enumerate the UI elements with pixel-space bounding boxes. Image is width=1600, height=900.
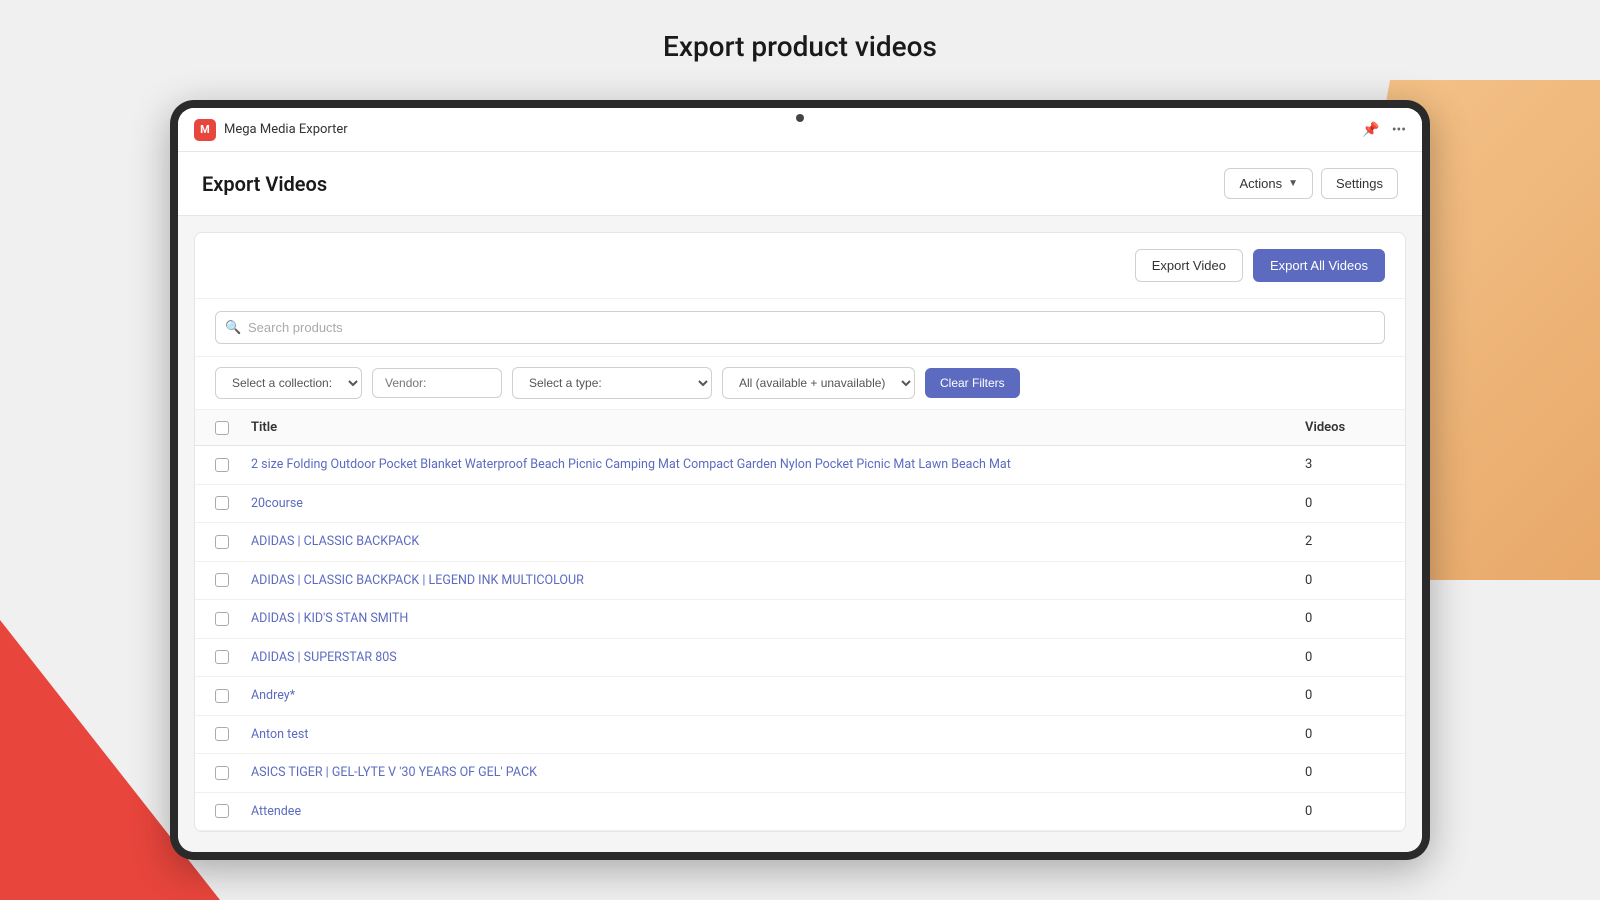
pin-icon[interactable]: 📌 xyxy=(1362,122,1379,138)
product-table: Title Videos 2 size Folding Outdoor Pock… xyxy=(195,410,1405,831)
row-videos: 0 xyxy=(1305,804,1385,819)
row-checkbox-6[interactable] xyxy=(215,689,229,703)
table-row: ASICS TIGER | GEL-LYTE V '30 YEARS OF GE… xyxy=(195,754,1405,793)
row-title[interactable]: ADIDAS | CLASSIC BACKPACK xyxy=(251,533,1305,551)
row-videos: 3 xyxy=(1305,457,1385,472)
table-row: 2 size Folding Outdoor Pocket Blanket Wa… xyxy=(195,446,1405,485)
row-videos: 0 xyxy=(1305,573,1385,588)
row-title[interactable]: ADIDAS | KID'S STAN SMITH xyxy=(251,610,1305,628)
search-container: 🔍 xyxy=(195,299,1405,357)
row-checkbox-cell xyxy=(215,689,251,703)
row-checkbox-2[interactable] xyxy=(215,535,229,549)
row-checkbox-5[interactable] xyxy=(215,650,229,664)
row-checkbox-cell xyxy=(215,650,251,664)
content-panel: Export Video Export All Videos 🔍 xyxy=(194,232,1406,832)
row-checkbox-cell xyxy=(215,496,251,510)
row-videos: 0 xyxy=(1305,650,1385,665)
page-header-buttons: Actions ▼ Settings xyxy=(1224,168,1398,199)
row-checkbox-7[interactable] xyxy=(215,727,229,741)
tablet-camera xyxy=(796,114,804,122)
table-header: Title Videos xyxy=(195,410,1405,446)
vendor-filter[interactable] xyxy=(372,368,502,398)
page-header-title: Export Videos xyxy=(202,172,327,196)
clear-filters-button[interactable]: Clear Filters xyxy=(925,368,1020,398)
row-checkbox-1[interactable] xyxy=(215,496,229,510)
row-checkbox-9[interactable] xyxy=(215,804,229,818)
row-checkbox-3[interactable] xyxy=(215,573,229,587)
row-title[interactable]: ADIDAS | CLASSIC BACKPACK | LEGEND INK M… xyxy=(251,572,1305,590)
table-row: Andrey* 0 xyxy=(195,677,1405,716)
header-checkbox-cell xyxy=(215,421,251,435)
title-column-header: Title xyxy=(251,420,1305,435)
table-row: ADIDAS | KID'S STAN SMITH 0 xyxy=(195,600,1405,639)
row-checkbox-cell xyxy=(215,573,251,587)
videos-column-header: Videos xyxy=(1305,420,1385,435)
main-content: Export Videos Actions ▼ Settings Expor xyxy=(178,152,1422,852)
tablet-frame: M Mega Media Exporter 📌 ••• Export Video… xyxy=(170,100,1430,860)
search-icon: 🔍 xyxy=(225,320,241,335)
row-checkbox-cell xyxy=(215,804,251,818)
table-row: ADIDAS | CLASSIC BACKPACK | LEGEND INK M… xyxy=(195,562,1405,601)
app-name: Mega Media Exporter xyxy=(224,122,1362,137)
settings-label: Settings xyxy=(1336,176,1383,191)
page-title-container: Export product videos xyxy=(0,30,1600,63)
row-checkbox-cell xyxy=(215,612,251,626)
chevron-down-icon: ▼ xyxy=(1288,178,1298,189)
select-all-checkbox[interactable] xyxy=(215,421,229,435)
row-title[interactable]: Andrey* xyxy=(251,687,1305,705)
page-header: Export Videos Actions ▼ Settings xyxy=(178,152,1422,216)
row-checkbox-cell xyxy=(215,458,251,472)
search-input-wrapper: 🔍 xyxy=(215,311,1385,344)
export-buttons-row: Export Video Export All Videos xyxy=(195,233,1405,299)
app-header-icons: 📌 ••• xyxy=(1362,122,1406,138)
row-videos: 0 xyxy=(1305,765,1385,780)
row-videos: 0 xyxy=(1305,496,1385,511)
row-videos: 0 xyxy=(1305,688,1385,703)
row-checkbox-cell xyxy=(215,535,251,549)
row-videos: 2 xyxy=(1305,534,1385,549)
row-title[interactable]: ASICS TIGER | GEL-LYTE V '30 YEARS OF GE… xyxy=(251,764,1305,782)
more-icon[interactable]: ••• xyxy=(1392,122,1406,138)
row-checkbox-4[interactable] xyxy=(215,612,229,626)
row-title[interactable]: Attendee xyxy=(251,803,1305,821)
app-logo: M xyxy=(194,119,216,141)
row-videos: 0 xyxy=(1305,727,1385,742)
row-title[interactable]: 2 size Folding Outdoor Pocket Blanket Wa… xyxy=(251,456,1305,474)
settings-button[interactable]: Settings xyxy=(1321,168,1398,199)
page-title: Export product videos xyxy=(0,30,1600,63)
actions-button[interactable]: Actions ▼ xyxy=(1224,168,1313,199)
row-checkbox-cell xyxy=(215,766,251,780)
row-checkbox-0[interactable] xyxy=(215,458,229,472)
export-video-button[interactable]: Export Video xyxy=(1135,249,1243,282)
search-input[interactable] xyxy=(215,311,1385,344)
row-title[interactable]: ADIDAS | SUPERSTAR 80S xyxy=(251,649,1305,667)
row-checkbox-8[interactable] xyxy=(215,766,229,780)
row-videos: 0 xyxy=(1305,611,1385,626)
type-filter[interactable]: Select a type: xyxy=(512,367,712,399)
availability-filter[interactable]: All (available + unavailable) xyxy=(722,367,915,399)
table-row: Anton test 0 xyxy=(195,716,1405,755)
collection-filter[interactable]: Select a collection: xyxy=(215,367,362,399)
row-title[interactable]: 20course xyxy=(251,495,1305,513)
table-row: ADIDAS | CLASSIC BACKPACK 2 xyxy=(195,523,1405,562)
table-row: ADIDAS | SUPERSTAR 80S 0 xyxy=(195,639,1405,678)
actions-label: Actions xyxy=(1239,176,1282,191)
filters-row: Select a collection: Select a type: All … xyxy=(195,357,1405,410)
table-row: Attendee 0 xyxy=(195,793,1405,832)
row-title[interactable]: Anton test xyxy=(251,726,1305,744)
table-body: 2 size Folding Outdoor Pocket Blanket Wa… xyxy=(195,446,1405,831)
export-all-videos-button[interactable]: Export All Videos xyxy=(1253,249,1385,282)
row-checkbox-cell xyxy=(215,727,251,741)
tablet-screen: M Mega Media Exporter 📌 ••• Export Video… xyxy=(178,108,1422,852)
table-row: 20course 0 xyxy=(195,485,1405,524)
